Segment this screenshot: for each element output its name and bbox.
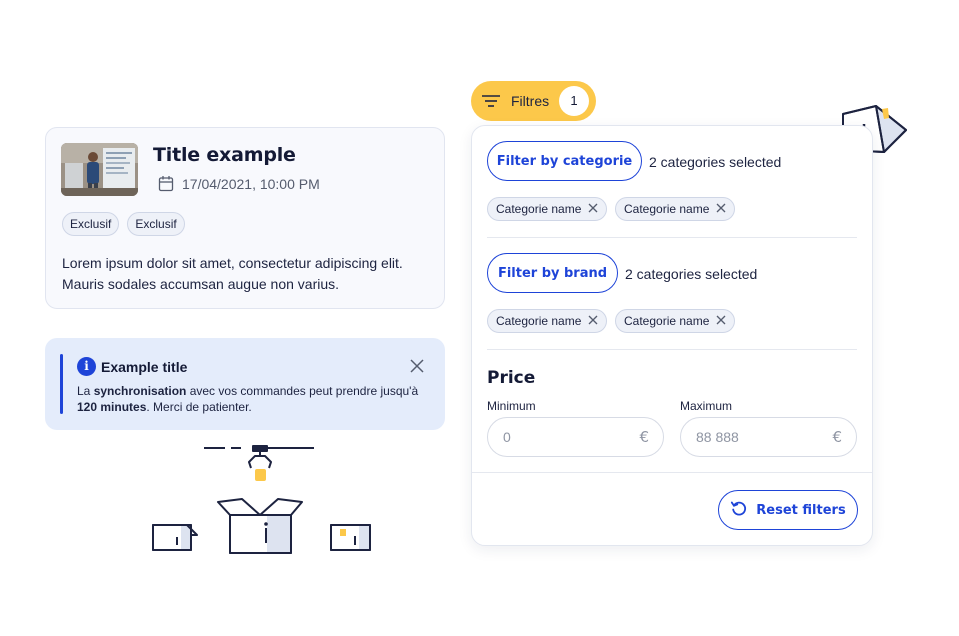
filters-toggle-button[interactable]: Filtres 1 bbox=[471, 81, 596, 121]
alert-title: Example title bbox=[101, 359, 188, 375]
filter-icon bbox=[482, 94, 500, 113]
chip-label: Categorie name bbox=[624, 202, 710, 216]
chip-label: Categorie name bbox=[496, 202, 582, 216]
divider bbox=[487, 349, 857, 350]
price-title: Price bbox=[487, 368, 536, 388]
remove-chip-icon[interactable] bbox=[716, 202, 726, 216]
article-tags: Exclusif Exclusif bbox=[62, 212, 185, 236]
minimum-price-field[interactable]: € bbox=[487, 417, 664, 457]
alert-accent-bar bbox=[60, 354, 63, 414]
maximum-label: Maximum bbox=[680, 399, 733, 413]
reset-icon bbox=[730, 499, 748, 521]
category-chip: Categorie name bbox=[615, 197, 736, 221]
minimum-price-input[interactable] bbox=[503, 429, 640, 445]
filters-label: Filtres bbox=[511, 93, 550, 109]
divider bbox=[487, 237, 857, 238]
brand-chip: Categorie name bbox=[615, 309, 736, 333]
article-date: 17/04/2021, 10:00 PM bbox=[158, 175, 320, 192]
chip-label: Categorie name bbox=[496, 314, 582, 328]
brand-selected-count: 2 categories selected bbox=[625, 266, 758, 282]
article-date-text: 17/04/2021, 10:00 PM bbox=[182, 175, 320, 192]
reset-filters-label: Reset filters bbox=[756, 502, 846, 518]
euro-icon: € bbox=[832, 428, 842, 446]
filter-by-brand-button[interactable]: Filter by brand bbox=[487, 253, 618, 293]
maximum-price-field[interactable]: € bbox=[680, 417, 857, 457]
divider bbox=[472, 472, 872, 473]
info-alert: i Example title La synchronisation avec … bbox=[45, 338, 445, 430]
filters-count-badge: 1 bbox=[559, 86, 589, 116]
article-body: Lorem ipsum dolor sit amet, consectetur … bbox=[62, 255, 403, 292]
tag[interactable]: Exclusif bbox=[127, 212, 185, 236]
filter-panel: Filter by categorie 2 categories selecte… bbox=[471, 125, 873, 546]
boxes-illustration bbox=[152, 445, 371, 554]
article-card[interactable]: Title example 17/04/2021, 10:00 PM Exclu… bbox=[45, 127, 445, 309]
brand-chip: Categorie name bbox=[487, 309, 608, 333]
tag[interactable]: Exclusif bbox=[62, 212, 120, 236]
article-thumbnail bbox=[61, 143, 138, 196]
article-title: Title example bbox=[153, 144, 296, 166]
filter-by-category-button[interactable]: Filter by categorie bbox=[487, 141, 642, 181]
remove-chip-icon[interactable] bbox=[588, 314, 598, 328]
info-icon: i bbox=[77, 357, 96, 376]
maximum-price-input[interactable] bbox=[696, 429, 833, 445]
reset-filters-button[interactable]: Reset filters bbox=[718, 490, 858, 530]
remove-chip-icon[interactable] bbox=[716, 314, 726, 328]
category-selected-count: 2 categories selected bbox=[649, 154, 782, 170]
remove-chip-icon[interactable] bbox=[588, 202, 598, 216]
close-icon[interactable] bbox=[409, 358, 425, 379]
category-chip: Categorie name bbox=[487, 197, 608, 221]
chip-label: Categorie name bbox=[624, 314, 710, 328]
calendar-icon bbox=[158, 175, 174, 192]
euro-icon: € bbox=[639, 428, 649, 446]
minimum-label: Minimum bbox=[487, 399, 536, 413]
alert-message: La synchronisation avec vos commandes pe… bbox=[77, 384, 419, 414]
